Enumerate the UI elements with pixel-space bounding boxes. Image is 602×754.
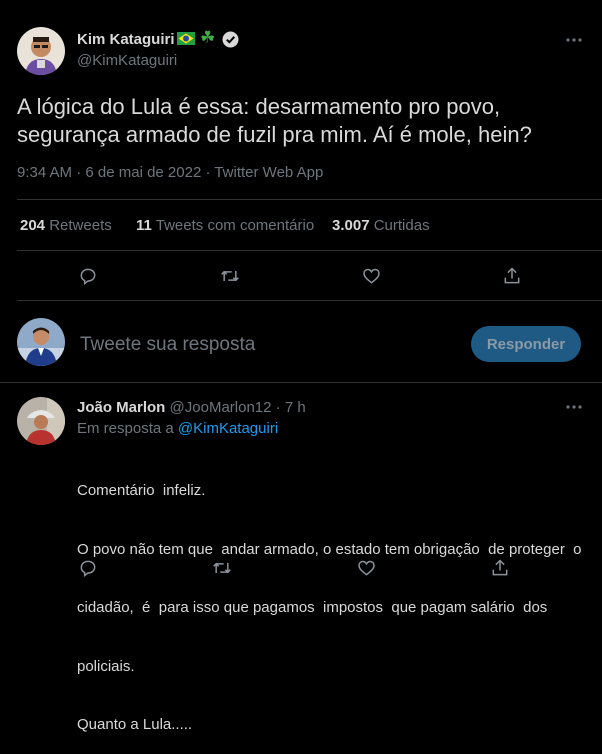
shamrock-icon: ☘ bbox=[200, 28, 216, 47]
likes-label: Curtidas bbox=[373, 217, 430, 234]
reply-retweet-icon[interactable] bbox=[210, 556, 234, 580]
quotes-stat[interactable]: 11 Tweets com comentário bbox=[136, 217, 314, 234]
divider bbox=[17, 199, 602, 200]
divider bbox=[17, 250, 602, 251]
replying-to-handle[interactable]: @KimKataguiri bbox=[178, 420, 278, 437]
divider bbox=[0, 382, 602, 383]
retweets-label: Retweets bbox=[49, 217, 112, 234]
reply-share-icon[interactable] bbox=[488, 556, 512, 580]
reply-more-options-icon[interactable] bbox=[562, 399, 586, 415]
replying-to: Em resposta a @KimKataguiri bbox=[77, 420, 278, 437]
author-name[interactable]: Kim Kataguiri bbox=[77, 31, 175, 48]
reply-text-line: policiais. bbox=[77, 657, 135, 675]
user-avatar[interactable] bbox=[17, 318, 65, 366]
quotes-count: 11 bbox=[136, 217, 152, 234]
likes-count: 3.007 bbox=[332, 217, 370, 234]
reply-time[interactable]: 7 h bbox=[285, 399, 306, 416]
reply-input[interactable] bbox=[78, 328, 452, 362]
retweets-count: 204 bbox=[20, 217, 46, 234]
reply-author-name[interactable]: João Marlon bbox=[77, 399, 165, 416]
reply-separator: · bbox=[275, 399, 281, 416]
reply-text-line: Comentário infeliz. bbox=[77, 482, 206, 499]
reply-author-handle[interactable]: @JooMarlon12 bbox=[170, 399, 272, 416]
retweets-stat[interactable]: 204 Retweets bbox=[20, 217, 112, 234]
like-icon[interactable] bbox=[359, 264, 383, 288]
share-icon[interactable] bbox=[500, 264, 524, 288]
reply-like-icon[interactable] bbox=[354, 556, 378, 580]
replying-to-prefix: Em resposta a bbox=[77, 420, 174, 437]
tweet-text: A lógica do Lula é essa: desarmamento pr… bbox=[17, 94, 532, 147]
author-avatar[interactable] bbox=[17, 27, 65, 75]
reply-reply-icon[interactable] bbox=[76, 556, 100, 580]
divider bbox=[17, 300, 602, 301]
verified-badge-icon bbox=[222, 31, 239, 48]
reply-author-avatar[interactable] bbox=[17, 397, 65, 445]
reply-icon[interactable] bbox=[76, 264, 100, 288]
reply-button[interactable]: Responder bbox=[471, 326, 581, 362]
reply-text-line: cidadão, é para isso que pagamos imposto… bbox=[77, 599, 548, 616]
reply-text-line: Quanto a Lula..... bbox=[77, 716, 193, 733]
retweet-icon[interactable] bbox=[218, 264, 242, 288]
quotes-label: Tweets com comentário bbox=[155, 217, 315, 234]
author-handle[interactable]: @KimKataguiri bbox=[77, 52, 177, 69]
tweet-meta: 9:34 AM · 6 de mai de 2022 · Twitter Web… bbox=[17, 164, 324, 181]
more-options-icon[interactable] bbox=[562, 32, 586, 48]
reply-header: João Marlon @JooMarlon12 · 7 h bbox=[77, 399, 306, 416]
reply-text: Comentário infeliz. O povo não tem que a… bbox=[77, 442, 587, 754]
brazil-flag-icon bbox=[177, 32, 195, 45]
likes-stat[interactable]: 3.007 Curtidas bbox=[332, 217, 430, 234]
